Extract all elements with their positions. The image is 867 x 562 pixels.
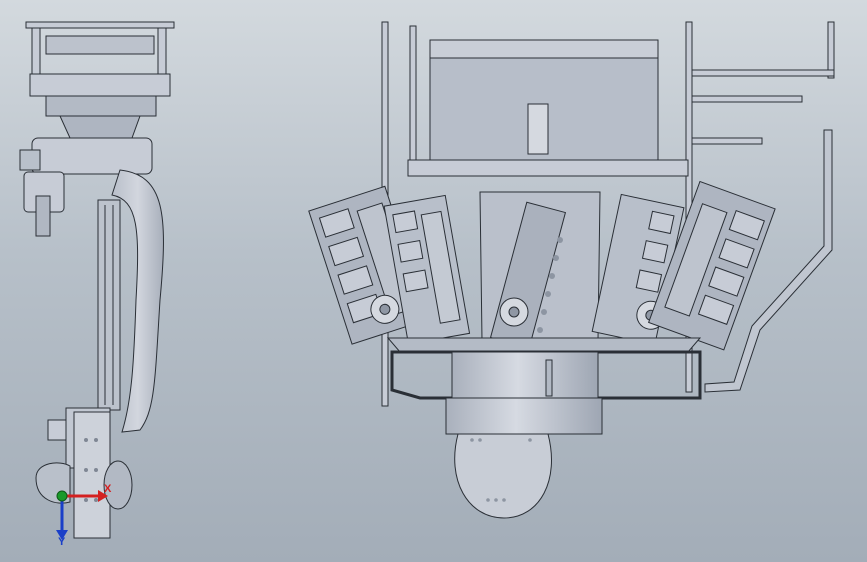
mount-flange [45,95,157,117]
gripper-rig-front-view[interactable] [308,21,835,519]
side-rail-lower [691,137,763,145]
lower-base-plate [386,337,702,353]
y-axis-label: Y [58,536,66,548]
center-bracket [527,103,549,155]
z-axis-dot [56,490,68,502]
drum-lower [445,397,603,435]
x-axis-label: X [104,483,112,495]
mid-beam [407,159,689,177]
wrist-plate [73,411,111,539]
frame-post-right [157,27,167,79]
mount-cone [59,115,141,139]
side-rail-upper [691,69,835,77]
drum-seam [545,359,553,397]
wrist-bolt-block [47,419,67,441]
frame-crossbar [45,35,155,55]
robot-arm-side-view[interactable] [19,21,175,539]
forearm-rod [97,199,121,411]
drum-upper [451,351,599,401]
frame-base-plate [29,73,171,97]
cad-model-canvas[interactable]: X Y [0,0,867,562]
cable-pack [35,195,51,237]
frame-post-left [31,27,41,79]
rotary-disk [454,433,552,519]
top-frame-beam [25,21,175,29]
frame-inner-leg [409,25,417,167]
cad-graphics-viewport[interactable]: X Y [0,0,867,562]
shoulder-housing [31,137,153,175]
upper-housing-top [429,39,659,59]
side-rail-mid [691,95,803,103]
shoulder-motor [19,149,41,171]
gripper-module-center [479,191,601,349]
